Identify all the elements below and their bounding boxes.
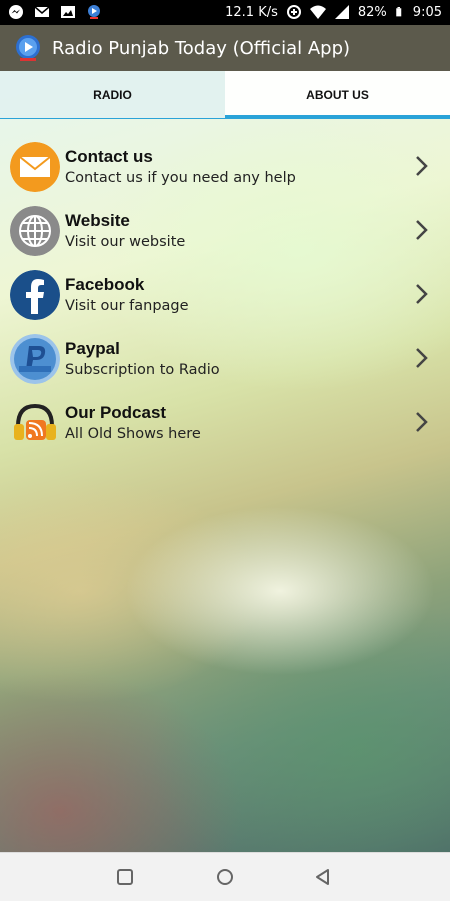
tab-about-us-label: ABOUT US	[306, 88, 369, 102]
image-icon	[61, 6, 75, 18]
status-bar: 12.1 K/s 82% 9:05	[0, 0, 450, 25]
network-speed: 12.1 K/s	[225, 4, 278, 20]
home-button[interactable]	[215, 867, 235, 887]
paypal-icon	[10, 334, 60, 384]
list-item-website[interactable]: Website Visit our website	[0, 199, 450, 263]
app-title: Radio Punjab Today (Official App)	[52, 37, 351, 59]
podcast-icon	[14, 403, 56, 440]
item-subtitle: Visit our website	[65, 234, 186, 250]
list-item-facebook[interactable]: Facebook Visit our fanpage	[0, 263, 450, 327]
item-title: Our Podcast	[65, 403, 167, 422]
facebook-icon	[10, 270, 60, 320]
navigation-bar	[0, 852, 450, 901]
recents-button[interactable]	[115, 867, 135, 887]
clock: 9:05	[412, 4, 442, 20]
gmail-icon	[34, 6, 50, 17]
chevron-right-icon	[416, 284, 428, 304]
app-bar: Radio Punjab Today (Official App)	[0, 25, 450, 71]
tab-radio[interactable]: RADIO	[0, 71, 225, 119]
chevron-right-icon	[416, 348, 428, 368]
battery-percent: 82%	[357, 4, 387, 20]
chevron-right-icon	[416, 220, 428, 240]
mail-icon	[10, 142, 60, 192]
tab-radio-label: RADIO	[93, 88, 132, 102]
list-item-our-podcast[interactable]: Our Podcast All Old Shows here	[0, 391, 450, 455]
radio-play-logo-icon	[16, 35, 40, 61]
data-saver-icon	[286, 5, 301, 19]
item-subtitle: Subscription to Radio	[65, 362, 220, 378]
item-title: Facebook	[65, 275, 145, 294]
chevron-right-icon	[416, 412, 428, 432]
messenger-icon	[9, 5, 23, 19]
item-title: Website	[65, 211, 130, 230]
tab-bar: RADIO ABOUT US	[0, 71, 450, 119]
about-list: Contact us Contact us if you need any he…	[0, 135, 450, 455]
item-title: Contact us	[65, 147, 153, 166]
item-subtitle: All Old Shows here	[65, 426, 201, 442]
globe-icon	[10, 206, 60, 256]
about-us-page: RADIO ABOUT US Contact us Contact us if …	[0, 71, 450, 852]
signal-icon	[334, 5, 349, 19]
app-notification-icon	[88, 5, 100, 19]
list-item-paypal[interactable]: Paypal Subscription to Radio	[0, 327, 450, 391]
chevron-right-icon	[416, 156, 428, 176]
item-subtitle: Contact us if you need any help	[65, 170, 296, 186]
back-button[interactable]	[313, 867, 333, 887]
battery-icon	[396, 7, 402, 17]
wifi-icon	[309, 5, 326, 19]
list-item-contact-us[interactable]: Contact us Contact us if you need any he…	[0, 135, 450, 199]
tab-about-us[interactable]: ABOUT US	[225, 71, 450, 119]
item-title: Paypal	[65, 339, 120, 358]
item-subtitle: Visit our fanpage	[65, 298, 189, 314]
